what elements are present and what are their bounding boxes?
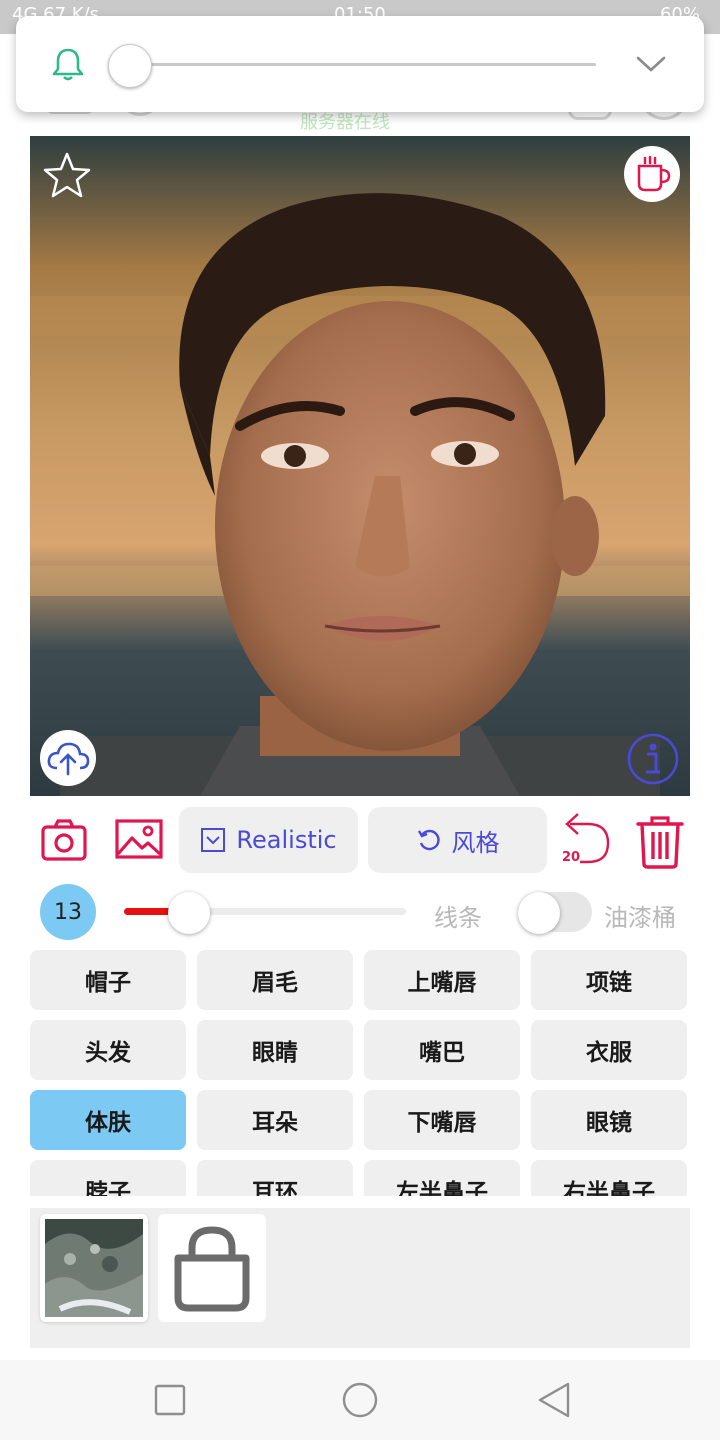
- home-icon[interactable]: [340, 1380, 380, 1420]
- edit-toolbar: Realistic 风格 20: [0, 804, 720, 876]
- style-select-label: 风格: [451, 828, 500, 857]
- category-label: 脖子: [85, 1180, 131, 1196]
- category-label: 下嘴唇: [407, 1110, 477, 1136]
- paint-bucket-label: 油漆桶: [604, 904, 676, 932]
- category-button[interactable]: 下嘴唇: [364, 1090, 520, 1150]
- category-button[interactable]: 项链: [531, 950, 687, 1010]
- category-button[interactable]: 眼睛: [197, 1020, 353, 1080]
- category-button[interactable]: 左半鼻子: [364, 1160, 520, 1196]
- category-label: 体肤: [85, 1110, 131, 1136]
- camera-icon[interactable]: [40, 818, 88, 862]
- category-label: 右半鼻子: [563, 1180, 655, 1196]
- category-button[interactable]: 衣服: [531, 1020, 687, 1080]
- upload-button[interactable]: [40, 730, 96, 786]
- recent-apps-icon[interactable]: [150, 1380, 190, 1420]
- style-mode-label: Realistic: [236, 826, 337, 854]
- system-nav-bar: [0, 1360, 720, 1440]
- back-icon[interactable]: [534, 1380, 574, 1420]
- shopping-bag-icon: [174, 1226, 250, 1312]
- category-label: 帽子: [85, 970, 131, 996]
- texture-tray: [30, 1208, 690, 1348]
- rotate-icon: [417, 829, 440, 851]
- style-mode-button[interactable]: Realistic: [179, 807, 358, 873]
- favorite-star-icon[interactable]: [42, 150, 92, 200]
- app-screen: 4G 67 K/s 01:50 60% 服务器在线 Realistic 风格 2…: [0, 0, 720, 1440]
- trash-icon[interactable]: [632, 814, 688, 870]
- volume-slider-track[interactable]: [146, 63, 596, 66]
- category-label: 项链: [586, 970, 632, 996]
- category-label: 眉毛: [252, 970, 298, 996]
- chevron-down-icon[interactable]: [634, 52, 668, 76]
- style-select-button[interactable]: 风格: [368, 807, 547, 873]
- brush-controls: 13 线条 油漆桶: [0, 884, 720, 944]
- volume-slider-thumb[interactable]: [108, 44, 152, 88]
- category-button[interactable]: 上嘴唇: [364, 950, 520, 1010]
- category-label: 嘴巴: [419, 1040, 465, 1066]
- category-label: 耳朵: [252, 1110, 298, 1136]
- category-grid: 帽子 眉毛 上嘴唇 项链 头发 眼睛 嘴巴 衣服 体肤 耳朵 下嘴唇 眼镜 脖子…: [30, 950, 690, 1196]
- bell-icon: [52, 48, 84, 81]
- undo-count: 20: [562, 850, 581, 865]
- portrait-image: [30, 136, 690, 796]
- category-button[interactable]: 耳朵: [197, 1090, 353, 1150]
- category-label: 衣服: [586, 1040, 632, 1066]
- category-button-active[interactable]: 体肤: [30, 1090, 186, 1150]
- info-icon[interactable]: [626, 732, 680, 786]
- category-button[interactable]: 帽子: [30, 950, 186, 1010]
- texture-thumbnail[interactable]: [40, 1214, 148, 1322]
- shop-button[interactable]: [158, 1214, 266, 1322]
- texture-image: [45, 1219, 143, 1317]
- category-label: 眼镜: [586, 1110, 632, 1136]
- portrait-canvas[interactable]: [30, 136, 690, 796]
- volume-notification: [16, 16, 704, 112]
- category-label: 眼睛: [252, 1040, 298, 1066]
- category-button[interactable]: 眼镜: [531, 1090, 687, 1150]
- brush-size-badge: 13: [40, 884, 96, 940]
- category-button[interactable]: 头发: [30, 1020, 186, 1080]
- brush-size-thumb[interactable]: [168, 892, 210, 934]
- category-label: 耳环: [252, 1180, 298, 1196]
- image-icon[interactable]: [114, 816, 164, 862]
- category-label: 左半鼻子: [396, 1180, 488, 1196]
- category-label: 头发: [85, 1040, 131, 1066]
- line-mode-label: 线条: [434, 904, 482, 932]
- coffee-cup-icon: [637, 155, 671, 192]
- category-button[interactable]: 眉毛: [197, 950, 353, 1010]
- category-button[interactable]: 嘴巴: [364, 1020, 520, 1080]
- category-button[interactable]: 耳环: [197, 1160, 353, 1196]
- category-button[interactable]: 脖子: [30, 1160, 186, 1196]
- category-button[interactable]: 右半鼻子: [531, 1160, 687, 1196]
- paint-bucket-toggle-knob[interactable]: [518, 892, 560, 934]
- dropdown-box-icon: [201, 828, 226, 852]
- cloud-upload-icon: [47, 742, 90, 776]
- category-label: 上嘴唇: [407, 970, 477, 996]
- coffee-button[interactable]: [624, 146, 680, 202]
